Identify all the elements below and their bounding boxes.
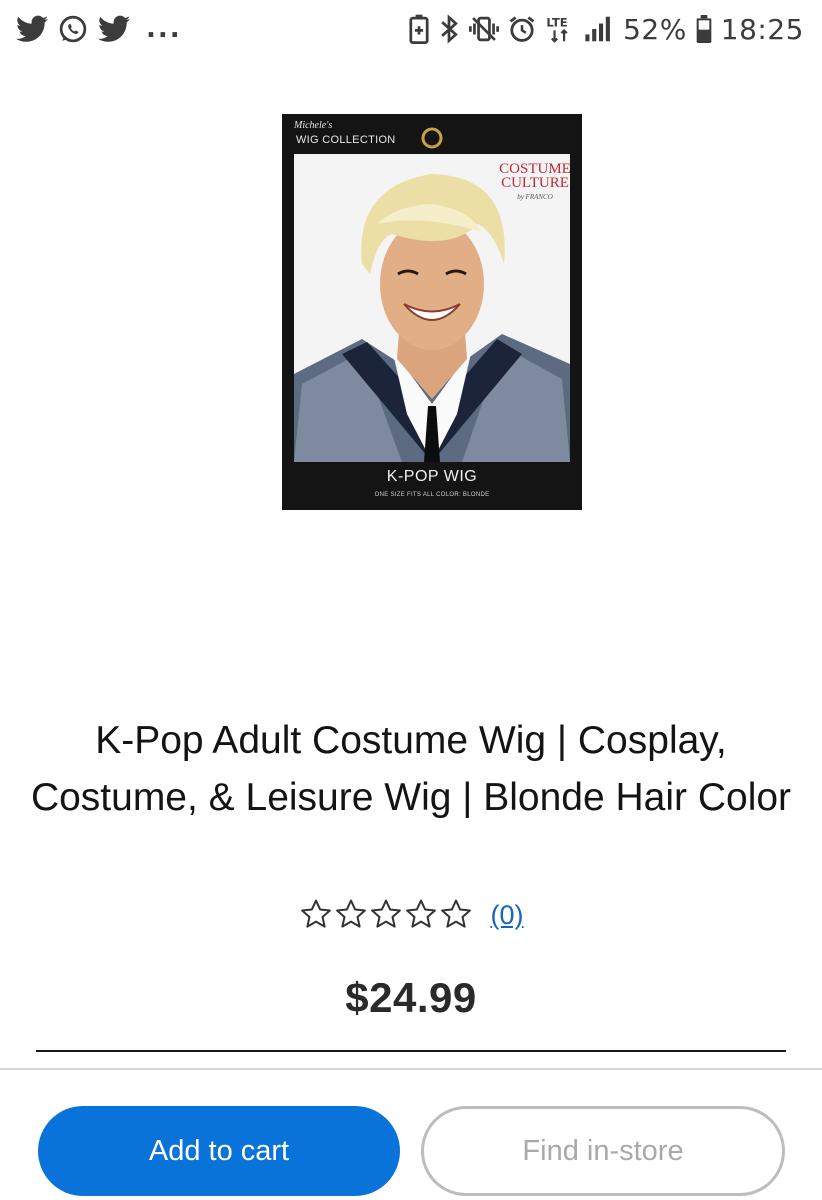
more-notifications: ...: [146, 14, 182, 44]
battery-percent: 52%: [623, 12, 687, 46]
battery-icon: [696, 14, 712, 44]
package-brand: Michele's: [294, 120, 333, 131]
product-rating: (0): [0, 896, 822, 931]
star-icon: [370, 899, 401, 928]
package-collection: WIG COLLECTION: [296, 134, 396, 146]
find-in-store-button[interactable]: Find in-store: [421, 1106, 785, 1196]
status-bar-notifications: ...: [16, 14, 182, 44]
package-logo-line2: CULTURE: [501, 175, 569, 191]
package-details: ONE SIZE FITS ALL COLOR: BLONDE: [374, 492, 490, 498]
add-to-cart-button[interactable]: Add to cart: [38, 1106, 400, 1196]
package-name: K-POP WIG: [386, 468, 478, 485]
battery-saver-icon: [409, 14, 429, 44]
clock: 18:25: [720, 12, 804, 46]
signal-icon: [584, 15, 614, 43]
whatsapp-icon: [58, 14, 88, 44]
vibrate-icon: [469, 14, 500, 44]
product-title: K-Pop Adult Costume Wig | Cosplay, Costu…: [30, 719, 792, 819]
status-bar-system: LTE 52% 18:25: [409, 13, 804, 46]
product-price: $24.99: [345, 974, 477, 1021]
package-logo-by: by FRANCO: [517, 193, 553, 201]
twitter-icon: [16, 15, 48, 43]
lte-icon: LTE: [545, 14, 575, 44]
star-icon: [335, 899, 366, 928]
alarm-icon: [508, 15, 536, 43]
review-count-link[interactable]: (0): [491, 900, 524, 931]
divider: [36, 1050, 786, 1052]
action-bar-divider: [0, 1068, 822, 1070]
status-bar: ... LTE 52% 18:25: [0, 0, 822, 58]
svg-text:LTE: LTE: [546, 15, 567, 29]
star-icon: [405, 899, 436, 928]
twitter-icon: [98, 15, 130, 43]
star-rating: [299, 897, 473, 931]
star-icon: [440, 899, 471, 928]
package-logo: COSTUME CULTURE by FRANCO: [490, 162, 580, 204]
star-icon: [300, 899, 331, 928]
bluetooth-icon: [438, 14, 460, 44]
product-image[interactable]: Michele's WIG COLLECTION COSTUME CULTURE…: [282, 114, 582, 510]
